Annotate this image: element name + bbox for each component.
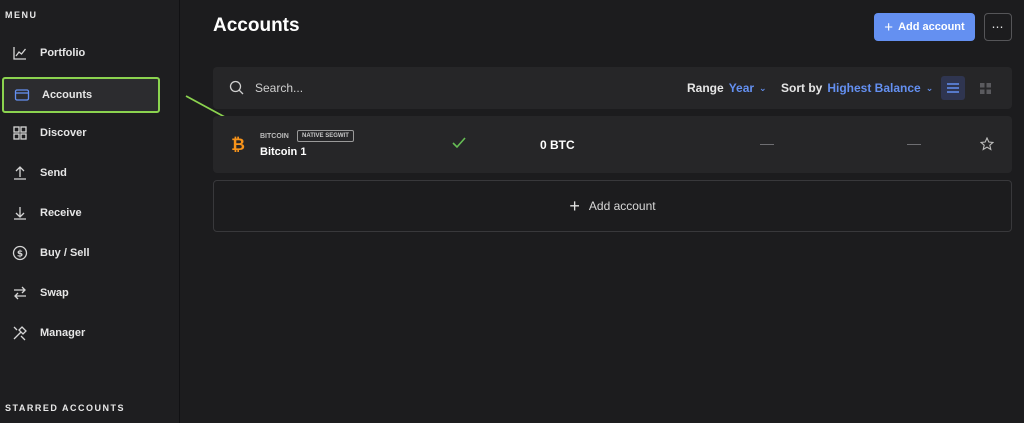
chart-icon <box>12 45 28 61</box>
nav-item-portfolio[interactable]: Portfolio <box>2 35 160 71</box>
sort-label: Sort by <box>781 81 823 95</box>
chevron-down-icon: ⌄ <box>759 82 767 93</box>
nav-item-manager[interactable]: Manager <box>2 315 160 351</box>
grid-view-toggle[interactable] <box>973 76 997 100</box>
plus-icon: + <box>884 18 894 36</box>
nav-item-accounts[interactable]: Accounts <box>2 77 160 113</box>
nav-item-receive[interactable]: Receive <box>2 195 160 231</box>
upload-arrow-icon <box>12 165 28 181</box>
range-value: Year <box>728 81 755 95</box>
dollar-circle-icon: $ <box>12 245 28 261</box>
search-icon <box>229 80 244 100</box>
nav-label-accounts: Accounts <box>42 89 93 101</box>
range-filter[interactable]: Range Year ⌄ <box>687 81 767 95</box>
nav-label-receive: Receive <box>40 207 82 219</box>
search-input[interactable] <box>255 79 555 97</box>
account-name: Bitcoin 1 <box>260 146 307 158</box>
list-icon <box>947 83 959 93</box>
chevron-down-icon: ⌄ <box>925 82 934 93</box>
sort-filter[interactable]: Sort by Highest Balance ⌄ <box>781 81 933 95</box>
svg-text:₿: ₿ <box>231 135 245 153</box>
svg-text:$: $ <box>17 250 23 260</box>
add-account-row-label: Add account <box>588 199 656 213</box>
plus-icon: + <box>569 195 580 216</box>
nav-label-portfolio: Portfolio <box>40 47 86 59</box>
list-view-toggle[interactable] <box>941 76 965 100</box>
tools-icon <box>12 325 28 341</box>
variation-placeholder <box>907 144 921 145</box>
sync-check-icon <box>452 136 466 154</box>
starred-accounts-title: STARRED ACCOUNTS <box>5 403 125 413</box>
currency-name: BITCOIN <box>260 133 289 140</box>
nav-item-buy-sell[interactable]: $ Buy / Sell <box>2 235 160 271</box>
grid-icon <box>12 125 28 141</box>
nav-item-send[interactable]: Send <box>2 155 160 191</box>
add-account-button[interactable]: + Add account <box>874 13 975 41</box>
nav-label-send: Send <box>40 167 67 179</box>
add-account-row[interactable]: + Add account <box>213 180 1012 232</box>
menu-title: MENU <box>5 10 38 20</box>
sidebar: MENU Portfolio Accounts Discover Send Re… <box>0 0 180 423</box>
grid-view-icon <box>979 82 991 94</box>
more-options-button[interactable]: ⋯ <box>984 13 1012 41</box>
account-type-badge: NATIVE SEGWIT <box>297 130 354 142</box>
bitcoin-icon: ₿ <box>231 135 245 158</box>
star-icon[interactable] <box>979 136 995 156</box>
account-balance: 0 BTC <box>540 138 575 152</box>
swap-icon <box>12 285 28 301</box>
nav-label-manager: Manager <box>40 327 86 339</box>
sort-value: Highest Balance <box>827 81 921 95</box>
wallet-icon <box>14 87 30 103</box>
download-arrow-icon <box>12 205 28 221</box>
add-account-button-label: Add account <box>898 21 965 33</box>
accounts-toolbar: Range Year ⌄ Sort by Highest Balance ⌄ <box>213 67 1012 109</box>
nav-label-buy-sell: Buy / Sell <box>40 247 90 259</box>
nav-label-discover: Discover <box>40 127 87 139</box>
nav-label-swap: Swap <box>40 287 69 299</box>
page-title: Accounts <box>213 15 300 36</box>
range-label: Range <box>687 81 724 95</box>
nav-item-discover[interactable]: Discover <box>2 115 160 151</box>
nav-item-swap[interactable]: Swap <box>2 275 160 311</box>
countervalue-placeholder <box>760 144 774 145</box>
account-row[interactable]: ₿ BITCOIN NATIVE SEGWIT Bitcoin 1 0 BTC <box>213 116 1012 173</box>
